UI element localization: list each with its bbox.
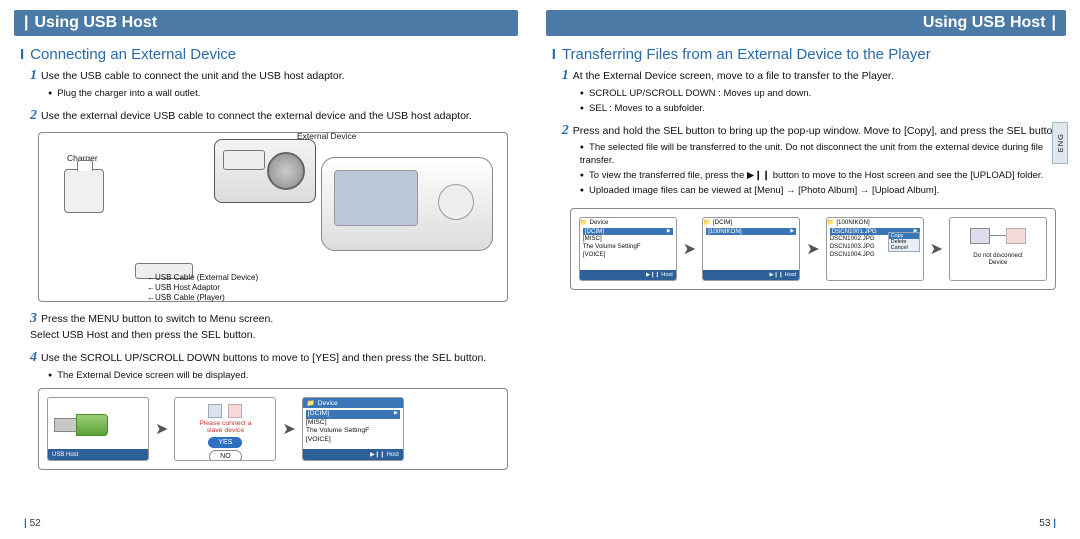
list-item: DSCN1001.JPG (832, 228, 877, 236)
arrow-icon: ➤ (806, 239, 819, 259)
header-bar-right: Using USB Host| (546, 10, 1066, 36)
screen-bar-text: ▶❙❙ Host (646, 272, 673, 278)
arrow-icon: ➤ (282, 419, 295, 439)
page-number-left: | 52 (24, 518, 41, 529)
list-item: [DCIM] (585, 228, 604, 236)
legend-cable-player: USB Cable (Player) (147, 293, 258, 303)
step-1: 1At the External Device screen, move to … (562, 67, 1066, 116)
camera-icon (214, 139, 316, 203)
step-2: 2Use the external device USB cable to co… (30, 107, 518, 126)
screen-bar-text: USB Host (52, 452, 78, 458)
section-title-left: IConnecting an External Device (20, 46, 518, 63)
screen-bar-text: ▶❙❙ Host (769, 272, 796, 278)
confirm-line2: slave device (175, 427, 275, 434)
device-mini-icon (208, 404, 222, 418)
language-tab-text: ENG (1056, 133, 1065, 152)
list-item: DSCN1004.JPG (830, 251, 920, 259)
step-3: 3Press the MENU button to switch to Menu… (30, 310, 518, 343)
bullet: Uploaded image files can be viewed at [M… (580, 185, 1066, 198)
section-left: IConnecting an External Device 1Use the … (20, 46, 518, 470)
bullet: Plug the charger into a wall outlet. (48, 88, 518, 101)
screen-menu: USB Host (47, 397, 149, 461)
screen-device-list: 📁Device [DCIM] [MISC] The Volume Setting… (302, 397, 404, 461)
arrow-icon: ➤ (683, 239, 696, 259)
step-text: Use the USB cable to connect the unit an… (41, 70, 345, 82)
connection-diagram: External Device Charger Player USB Cable… (38, 132, 508, 302)
step-text: At the External Device screen, move to a… (573, 70, 894, 82)
section-title-text: Transferring Files from an External Devi… (562, 46, 931, 63)
page-left: |Using USB Host IConnecting an External … (14, 10, 518, 531)
warning-line2: Device (950, 259, 1046, 266)
header-title-left: Using USB Host (34, 14, 157, 32)
diagram-legend: USB Cable (External Device) USB Host Ada… (147, 273, 258, 303)
screens-row-right: 📁Device [DCIM] [MISC] The Volume Setting… (570, 208, 1056, 290)
screen-c: 📁[100NIKON] DSCN1001.JPG DSCN1002.JPG DS… (826, 217, 924, 281)
bullet: SEL : Moves to a subfolder. (580, 103, 1066, 116)
device-mini-icon (970, 228, 990, 244)
language-tab: ENG (1052, 122, 1068, 164)
menu-item-cancel: Cancel (889, 245, 919, 251)
step-2: 2Press and hold the SEL button to bring … (562, 122, 1066, 198)
screen-title: Device (590, 219, 609, 226)
player-icon (321, 157, 493, 251)
bullet: The External Device screen will be displ… (48, 370, 518, 383)
link-line (990, 235, 1006, 236)
arrow-icon: ➤ (930, 239, 943, 259)
page-number-right: 53 | (1039, 518, 1056, 529)
section-title-text: Connecting an External Device (30, 46, 236, 63)
bullet: To view the transferred file, press the … (580, 170, 1066, 183)
list-item: [MISC] (583, 235, 673, 243)
list-item: [VOICE] (306, 436, 400, 444)
bullet: The selected file will be transferred to… (580, 142, 1066, 168)
screen-title: [DCIM] (713, 219, 732, 226)
step-text: Press and hold the SEL button to bring u… (573, 125, 1061, 137)
screen-d: Do not disconnect Device (949, 217, 1047, 281)
section-title-right: ITransferring Files from an External Dev… (552, 46, 1066, 63)
screen-a: 📁Device [DCIM] [MISC] The Volume Setting… (579, 217, 677, 281)
legend-cable-ext: USB Cable (External Device) (147, 273, 258, 283)
list-item: [100NIKON] (708, 228, 741, 236)
screen-title: [100NIKON] (836, 219, 869, 226)
screen-b: 📁[DCIM] [100NIKON] ▶❙❙ Host (702, 217, 800, 281)
list-item: [VOICE] (583, 251, 673, 259)
list-item: [MISC] (306, 419, 400, 427)
screen-bar-text: ▶❙❙ Host (370, 451, 399, 458)
charger-icon (64, 169, 104, 213)
confirm-line1: Please connect a (175, 420, 275, 427)
device-mini-icon (1006, 228, 1026, 244)
section-right: ITransferring Files from an External Dev… (552, 46, 1066, 290)
steps-left-2: 3Press the MENU button to switch to Menu… (30, 310, 518, 383)
screens-row-left: USB Host ➤ Please connect a slave device… (38, 388, 508, 470)
bullet: SCROLL UP/SCROLL DOWN : Moves up and dow… (580, 88, 1066, 101)
screen-title: Device (318, 400, 338, 407)
step-text: Press the MENU button to switch to Menu … (30, 313, 273, 342)
no-pill: NO (209, 450, 242, 461)
step-text: Use the SCROLL UP/SCROLL DOWN buttons to… (41, 352, 486, 364)
yes-pill: YES (208, 437, 242, 448)
legend-host-adaptor: USB Host Adaptor (147, 283, 258, 293)
page-right: Using USB Host| ENG ITransferring Files … (546, 10, 1066, 531)
list-item: The Volume SettingF (306, 427, 400, 435)
device-mini-icon (228, 404, 242, 418)
list-item: [DCIM] (308, 410, 329, 418)
arrow-icon: ➤ (155, 419, 168, 439)
step-text: Use the external device USB cable to con… (41, 110, 472, 122)
steps-left: 1Use the USB cable to connect the unit a… (30, 67, 518, 126)
popup-menu: Copy Delete Cancel (888, 232, 920, 252)
steps-right: 1At the External Device screen, move to … (562, 67, 1066, 198)
screen-confirm: Please connect a slave device YES NO (174, 397, 276, 461)
step-1: 1Use the USB cable to connect the unit a… (30, 67, 518, 101)
header-bar-left: |Using USB Host (14, 10, 518, 36)
two-page-spread: |Using USB Host IConnecting an External … (0, 0, 1080, 539)
step-4: 4Use the SCROLL UP/SCROLL DOWN buttons t… (30, 349, 518, 383)
header-title-right: Using USB Host (923, 14, 1046, 32)
warning-line1: Do not disconnect (950, 252, 1046, 259)
list-item: The Volume SettingF (583, 243, 673, 251)
usb-plug-icon (54, 410, 114, 438)
